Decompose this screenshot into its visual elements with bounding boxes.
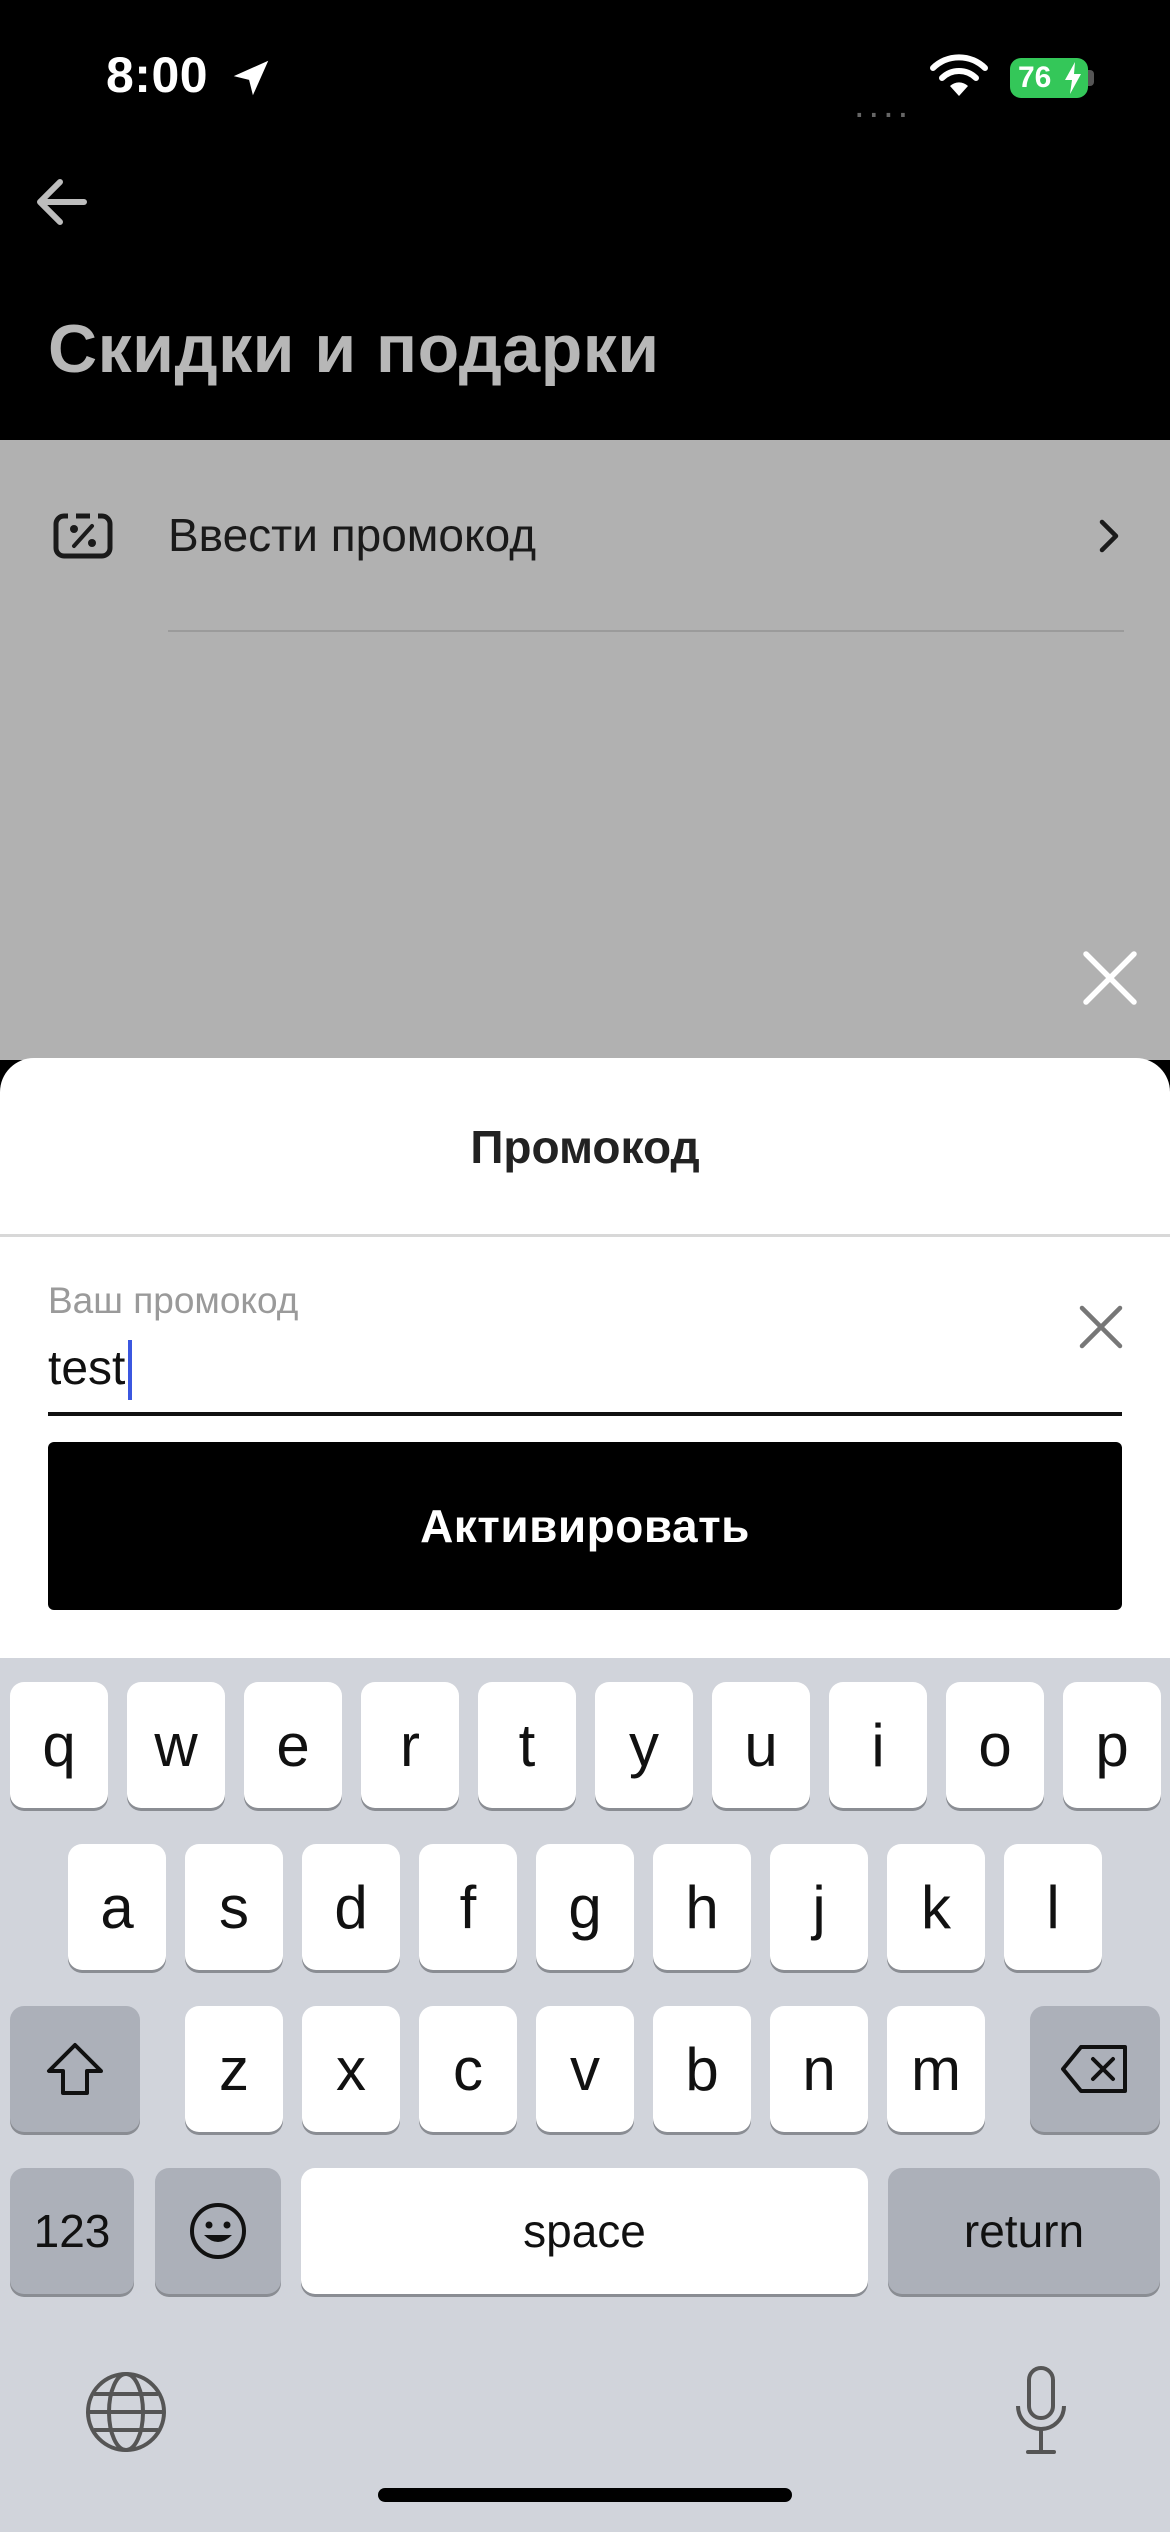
row-divider [168,630,1124,632]
home-indicator [378,2488,792,2502]
promo-code-input[interactable] [48,1338,1048,1398]
emoji-key[interactable] [155,2168,281,2294]
clear-input-icon[interactable] [1076,1302,1126,1352]
key-u[interactable]: u [712,1682,810,1808]
space-key[interactable]: space [301,2168,868,2294]
close-icon[interactable] [1080,948,1140,1008]
shift-icon [47,2043,103,2095]
key-g[interactable]: g [536,1844,634,1970]
key-c[interactable]: c [419,2006,517,2132]
shift-key[interactable] [10,2006,140,2132]
key-h[interactable]: h [653,1844,751,1970]
activate-button[interactable]: Активировать [48,1442,1122,1610]
key-l[interactable]: l [1004,1844,1102,1970]
key-o[interactable]: o [946,1682,1044,1808]
key-y[interactable]: y [595,1682,693,1808]
battery-level: 76 [1018,61,1052,94]
backspace-icon [1061,2045,1127,2093]
key-s[interactable]: s [185,1844,283,1970]
chevron-right-icon [1099,519,1119,553]
cellular-signal-icon: .... [854,84,913,126]
delete-key[interactable] [1030,2006,1160,2132]
key-r[interactable]: r [361,1682,459,1808]
back-arrow-icon[interactable] [28,166,98,236]
input-underline [48,1412,1122,1416]
globe-icon[interactable] [84,2370,168,2454]
key-x[interactable]: x [302,2006,400,2132]
microphone-icon[interactable] [1010,2364,1072,2458]
key-b[interactable]: b [653,2006,751,2132]
key-e[interactable]: e [244,1682,342,1808]
discount-ticket-icon [53,512,113,559]
key-a[interactable]: a [68,1844,166,1970]
text-caret [128,1340,132,1400]
wifi-icon [930,54,988,96]
key-v[interactable]: v [536,2006,634,2132]
key-z[interactable]: z [185,2006,283,2132]
battery-indicator: 76 [1010,58,1088,98]
page-title: Скидки и подарки [48,311,660,387]
key-d[interactable]: d [302,1844,400,1970]
location-arrow-icon [233,60,269,96]
key-n[interactable]: n [770,2006,868,2132]
charging-bolt-icon [1065,62,1081,94]
sheet-title: Промокод [470,1121,700,1173]
return-key[interactable]: return [888,2168,1160,2294]
promo-input-label: Ваш промокод [48,1280,299,1321]
numbers-key[interactable]: 123 [10,2168,134,2294]
key-k[interactable]: k [887,1844,985,1970]
key-f[interactable]: f [419,1844,517,1970]
emoji-icon [190,2203,246,2259]
battery-cap [1088,70,1094,86]
key-q[interactable]: q [10,1682,108,1808]
key-i[interactable]: i [829,1682,927,1808]
key-w[interactable]: w [127,1682,225,1808]
sheet-divider [0,1234,1170,1237]
key-p[interactable]: p [1063,1682,1161,1808]
key-t[interactable]: t [478,1682,576,1808]
status-time: 8:00 [106,47,209,103]
key-j[interactable]: j [770,1844,868,1970]
promo-row-label: Ввести промокод [168,509,537,561]
key-m[interactable]: m [887,2006,985,2132]
